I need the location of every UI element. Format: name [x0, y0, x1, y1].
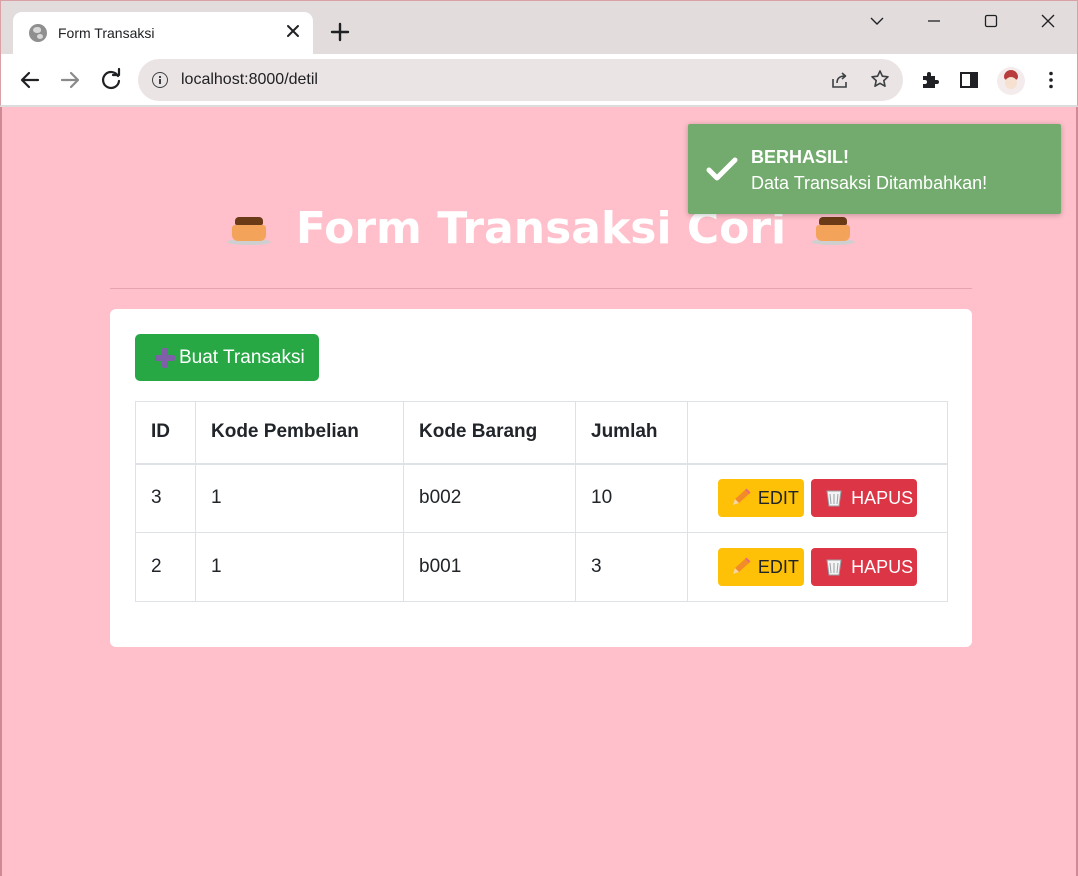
cell-kode-barang: b001	[403, 532, 576, 602]
edit-label: EDIT	[757, 488, 799, 509]
cell-kode-pembelian: 1	[195, 532, 404, 602]
chevron-down-icon	[870, 17, 884, 25]
page-viewport: Form Transaksi Cori Buat Transaksi ID Ko…	[0, 107, 1078, 876]
minimize-icon	[928, 20, 940, 22]
cell-id: 2	[135, 532, 196, 602]
pencil-icon	[732, 488, 751, 506]
browser-tab[interactable]: Form Transaksi	[13, 12, 313, 55]
globe-icon	[29, 24, 47, 42]
maximize-button[interactable]	[976, 9, 1006, 33]
transaction-card: Buat Transaksi ID Kode Pembelian Kode Ba…	[110, 309, 972, 647]
forward-button[interactable]	[56, 66, 84, 94]
divider	[110, 288, 972, 289]
browser-titlebar: Form Transaksi	[0, 0, 1078, 55]
edit-label: EDIT	[757, 557, 799, 577]
transaction-table: ID Kode Pembelian Kode Barang Jumlah 3 1…	[135, 401, 948, 602]
tab-search-button[interactable]	[862, 9, 892, 33]
extensions-icon[interactable]	[919, 69, 941, 91]
plus-icon	[155, 348, 175, 368]
delete-label: HAPUS	[851, 488, 914, 509]
window-close-icon	[1041, 14, 1055, 28]
cell-jumlah: 10	[575, 463, 688, 533]
success-toast[interactable]: BERHASIL! Data Transaksi Ditambahkan!	[688, 124, 1061, 214]
cell-jumlah: 3	[575, 532, 688, 602]
reload-icon	[101, 67, 121, 90]
cell-id: 3	[135, 463, 196, 533]
close-icon[interactable]	[283, 21, 303, 41]
cell-kode-pembelian: 1	[195, 463, 404, 533]
header-jumlah: Jumlah	[575, 401, 688, 465]
toast-title: BERHASIL!	[751, 147, 849, 167]
toast-message: Data Transaksi Ditambahkan!	[751, 173, 988, 193]
header-kode-barang: Kode Barang	[403, 401, 576, 465]
flan-icon	[811, 213, 856, 245]
create-transaction-button[interactable]: Buat Transaksi	[135, 334, 319, 381]
new-tab-button[interactable]	[329, 21, 351, 43]
plus-icon	[330, 22, 350, 42]
kebab-menu-icon[interactable]	[1041, 70, 1061, 90]
share-icon[interactable]	[830, 70, 850, 90]
avatar[interactable]	[997, 67, 1025, 95]
maximize-icon	[984, 14, 998, 28]
minimize-button[interactable]	[919, 9, 949, 33]
reload-button[interactable]	[97, 66, 125, 94]
delete-label: HAPUS	[851, 557, 914, 577]
table-row: 2 1 b001 3 EDIT HAPUS	[135, 532, 948, 602]
header-id: ID	[135, 401, 196, 465]
header-kode-pembelian: Kode Pembelian	[195, 401, 404, 465]
check-icon	[706, 157, 738, 181]
back-button[interactable]	[16, 66, 44, 94]
table-header-row: ID Kode Pembelian Kode Barang Jumlah	[135, 401, 948, 465]
browser-toolbar: localhost:8000/detil	[0, 54, 1078, 106]
edit-button[interactable]: EDIT	[717, 548, 804, 586]
delete-button[interactable]: HAPUS	[811, 479, 918, 518]
url-text[interactable]: localhost:8000/detil	[181, 71, 318, 89]
create-transaction-label: Buat Transaksi	[179, 347, 305, 368]
flan-icon	[226, 213, 271, 245]
side-panel-icon[interactable]	[959, 70, 979, 90]
header-actions	[687, 401, 948, 465]
table-row: 3 1 b002 10 EDIT HAPUS	[135, 463, 948, 533]
wastebasket-icon	[826, 490, 842, 507]
delete-button[interactable]: HAPUS	[811, 548, 918, 586]
wastebasket-icon	[826, 559, 842, 576]
cell-actions: EDIT HAPUS	[687, 463, 948, 533]
back-arrow-icon	[20, 71, 40, 89]
tab-title: Form Transaksi	[58, 25, 155, 41]
forward-arrow-icon	[60, 71, 80, 89]
info-icon[interactable]	[152, 72, 168, 88]
star-icon[interactable]	[870, 69, 890, 89]
pencil-icon	[732, 557, 751, 574]
edit-button[interactable]: EDIT	[717, 479, 804, 518]
cell-actions: EDIT HAPUS	[687, 532, 948, 602]
cell-kode-barang: b002	[403, 463, 576, 533]
address-bar[interactable]: localhost:8000/detil	[138, 59, 903, 101]
window-close-button[interactable]	[1033, 9, 1063, 33]
